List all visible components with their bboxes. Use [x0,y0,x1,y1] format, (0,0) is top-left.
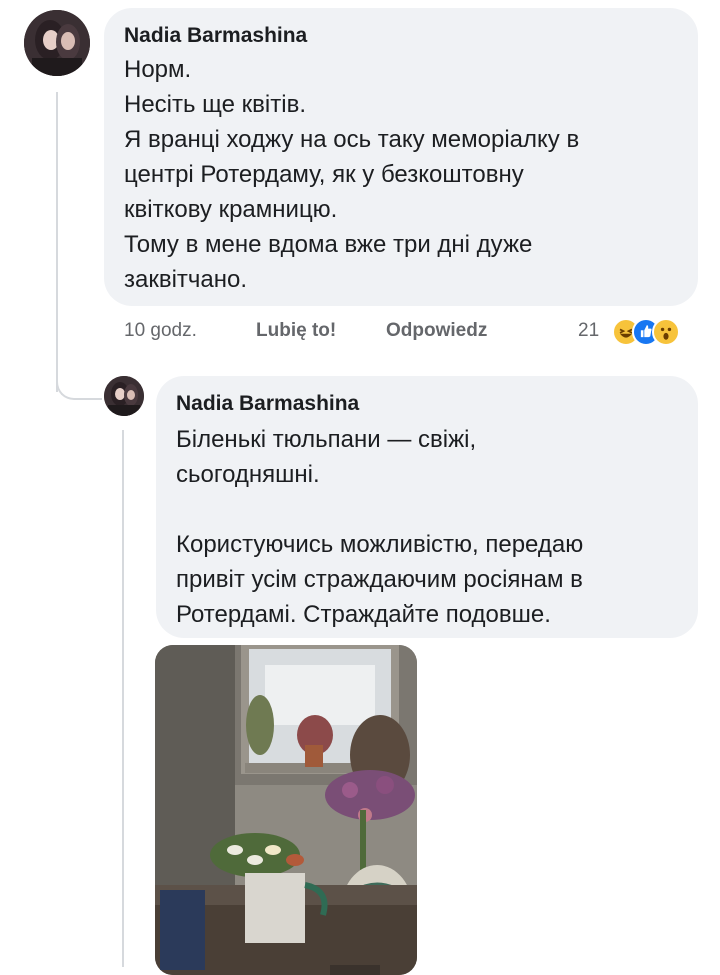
reply-text-line: привіт усім страждаючим росіянам в [176,566,583,593]
wow-reaction-icon [652,318,680,346]
comment-text-line: Тому в мене вдома вже три дні дуже [124,231,533,258]
reply-text-line: Користуючись можливістю, передаю [176,531,584,558]
comment-text-line: Норм. [124,56,192,83]
thread-connector [56,370,102,400]
comment-timestamp[interactable]: 10 godz. [124,320,197,342]
comment-text-line: центрі Ротердаму, як у безкоштовну [124,161,524,188]
comment-author[interactable]: Nadia Barmashina [124,22,678,50]
reply-text-line: Біленькі тюльпани — свіжі, [176,426,477,453]
reply-text-line: сьогодняшні. [176,461,320,488]
reaction-count: 21 [578,320,600,341]
reply-thread-line [122,430,124,967]
like-button[interactable]: Lubię to! [256,320,336,342]
thread-line [56,92,58,392]
avatar[interactable] [24,10,90,76]
comment-text-line: квіткову крамницю. [124,196,338,223]
reply-button[interactable]: Odpowiedz [386,320,487,342]
reply-text-line: Ротердамі. Страждайте подовше. [176,601,551,628]
reply-bubble: Nadia Barmashina Біленькі тюльпани — сві… [156,376,698,638]
reply-avatar[interactable] [104,376,144,416]
comment-actions: 10 godz. Lubię to! Odpowiedz 21 [124,316,704,350]
comment-text-line: Несіть ще квітів. [124,91,306,118]
comment-text-line: Я вранці ходжу на ось таку меморіалку в [124,126,580,153]
reply-author[interactable]: Nadia Barmashina [176,390,678,418]
comment-bubble: Nadia Barmashina Норм. Несіть ще квітів.… [104,8,698,306]
attached-photo[interactable] [155,645,417,975]
comment-text-line: заквітчано. [124,266,248,293]
